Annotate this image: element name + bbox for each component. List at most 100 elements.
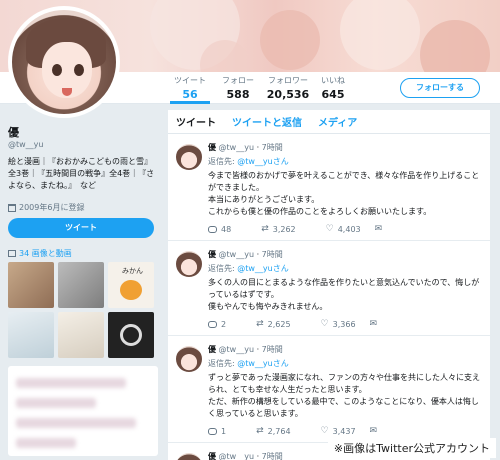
profile-avatar[interactable] (8, 6, 120, 118)
tweet-reply-to: 返信先: @tw__yuさん (208, 263, 482, 274)
media-link-label: 34 画像と動画 (19, 249, 72, 258)
calendar-icon (8, 203, 16, 212)
tweet-handle: @tw__yu (218, 143, 255, 152)
retweet-button[interactable]: ⇄ 3,262 (261, 224, 295, 234)
profile-sidebar: 優 @tw__yu 絵と漫画｜『おおかみこどもの雨と雪』全3巻｜『五時間目の戦争… (0, 104, 162, 460)
heart-icon: ♡ (320, 319, 329, 329)
nav-tweets[interactable]: ツイート 56 (170, 75, 210, 104)
tweet-author[interactable]: 優 (208, 452, 216, 460)
tweet[interactable]: 優 @tw__yu · 7時間 返信先: @tw__yuさん 今まで皆様のおかげ… (168, 134, 490, 241)
tweet-time[interactable]: 7時間 (262, 345, 283, 354)
reply-prefix: 返信先: (208, 359, 235, 368)
reply-button[interactable]: 1 (208, 427, 226, 436)
tweet-avatar[interactable] (176, 144, 202, 170)
tweet[interactable]: 優 @tw__yu · 7時間 返信先: @tw__yuさん 多くの人の目にとま… (168, 241, 490, 336)
image-credit-caption: ※画像はTwitter公式アカウント (327, 438, 496, 458)
joined-date: 2009年6月に登録 (19, 203, 85, 212)
tweet-actions: 2 ⇄ 2,625 ♡ 3,366 ✉ (208, 319, 482, 329)
tweet-handle: @tw__yu (218, 250, 255, 259)
tweet-avatar[interactable] (176, 346, 202, 372)
reply-count: 48 (221, 224, 232, 234)
message-icon[interactable]: ✉ (370, 319, 378, 329)
tab-media[interactable]: メディア (318, 114, 357, 129)
retweet-count: 2,764 (267, 426, 291, 436)
like-count: 3,437 (332, 426, 356, 436)
media-thumbnail[interactable] (58, 312, 104, 358)
tweet-handle: @tw__yu (218, 452, 255, 460)
tweet-reply-to: 返信先: @tw__yuさん (208, 358, 482, 369)
media-thumbnail[interactable]: みかん (108, 262, 154, 308)
nav-tweets-label: ツイート (174, 76, 206, 85)
tweet-author[interactable]: 優 (208, 250, 216, 259)
timeline: ツイート ツイートと返信 メディア 優 @tw__yu · 7時間 返信先: @… (168, 110, 490, 460)
tweet-time[interactable]: 7時間 (262, 250, 283, 259)
retweet-count: 2,625 (267, 319, 291, 329)
tweet-text: 今まで皆様のおかげで夢を叶えることができ、様々な作品を作り上げることができました… (208, 171, 480, 216)
like-button[interactable]: ♡ 4,403 (326, 224, 361, 234)
message-icon[interactable]: ✉ (375, 224, 383, 234)
tweet-text: 多くの人の目にとまるような作品を作りたいと意気込んでいたので、悔しがっているはず… (208, 278, 480, 311)
retweet-icon: ⇄ (256, 426, 264, 436)
like-button[interactable]: ♡ 3,437 (321, 426, 356, 436)
tweet[interactable]: 優 @tw__yu · 7時間 返信先: @tw__yuさん ずっと夢であった漫… (168, 336, 490, 443)
reply-prefix: 返信先: (208, 264, 235, 273)
follow-button[interactable]: フォローする (400, 78, 480, 98)
retweet-button[interactable]: ⇄ 2,625 (256, 319, 290, 329)
nav-following[interactable]: フォロー 588 (218, 75, 258, 101)
reply-count: 2 (221, 319, 227, 329)
nav-followers-count: 20,536 (266, 88, 310, 101)
nav-followers[interactable]: フォロワー 20,536 (264, 75, 312, 101)
nav-likes[interactable]: いいね 645 (316, 75, 350, 101)
tweet-time[interactable]: 7時間 (262, 452, 283, 460)
retweet-icon: ⇄ (261, 224, 269, 234)
reply-icon (208, 320, 217, 328)
timeline-tabs: ツイート ツイートと返信 メディア (168, 110, 490, 134)
tweet-author[interactable]: 優 (208, 143, 216, 152)
nav-followers-label: フォロワー (268, 76, 308, 85)
reply-count: 1 (221, 426, 227, 436)
nav-likes-label: いいね (321, 76, 345, 85)
reply-target[interactable]: @tw__yuさん (237, 157, 288, 166)
profile-name: 優 (8, 126, 19, 139)
heart-icon: ♡ (320, 426, 329, 436)
media-link[interactable]: 34 画像と動画 (8, 248, 72, 259)
reply-target[interactable]: @tw__yuさん (237, 264, 288, 273)
profile-joined: 2009年6月に登録 (8, 202, 84, 213)
blurred-card (8, 366, 158, 456)
tweet-author[interactable]: 優 (208, 345, 216, 354)
heart-icon: ♡ (325, 224, 334, 234)
nav-following-label: フォロー (222, 76, 254, 85)
reply-target[interactable]: @tw__yuさん (237, 359, 288, 368)
tweet-reply-to: 返信先: @tw__yuさん (208, 156, 482, 167)
tweet-button[interactable]: ツイート (8, 218, 154, 238)
tweet-handle: @tw__yu (218, 345, 255, 354)
tweet-avatar[interactable] (176, 251, 202, 277)
tweet-actions: 1 ⇄ 2,764 ♡ 3,437 ✉ (208, 426, 482, 436)
profile-handle: @tw__yu (8, 140, 44, 149)
reply-button[interactable]: 48 (208, 225, 231, 234)
tweet-avatar[interactable] (176, 453, 202, 460)
thumbnail-text: みかん (122, 267, 143, 275)
tab-tweets[interactable]: ツイート (176, 114, 216, 129)
tweet-text: ずっと夢であった漫画家になれ、ファンの方々や仕事を共にした人々に支えられ、とても… (208, 373, 480, 418)
media-thumbnail[interactable] (58, 262, 104, 308)
media-thumbnail[interactable] (8, 312, 54, 358)
retweet-icon: ⇄ (256, 319, 264, 329)
nav-likes-count: 645 (321, 88, 345, 101)
like-count: 4,403 (337, 224, 361, 234)
like-button[interactable]: ♡ 3,366 (321, 319, 356, 329)
retweet-button[interactable]: ⇄ 2,764 (256, 426, 290, 436)
profile-bio: 絵と漫画｜『おおかみこどもの雨と雪』全3巻｜『五時間目の戦争』全4巻｜『さよなら… (8, 157, 155, 190)
reply-button[interactable]: 2 (208, 320, 226, 329)
tweet-actions: 48 ⇄ 3,262 ♡ 4,403 ✉ (208, 224, 482, 234)
tab-tweets-and-replies[interactable]: ツイートと返信 (232, 114, 302, 129)
like-count: 3,366 (332, 319, 356, 329)
media-thumbnail[interactable] (108, 312, 154, 358)
reply-icon (208, 225, 217, 233)
nav-following-count: 588 (226, 88, 250, 101)
message-icon[interactable]: ✉ (370, 426, 378, 436)
media-thumbnail[interactable] (8, 262, 54, 308)
reply-prefix: 返信先: (208, 157, 235, 166)
image-icon (8, 250, 16, 257)
tweet-time[interactable]: 7時間 (262, 143, 283, 152)
